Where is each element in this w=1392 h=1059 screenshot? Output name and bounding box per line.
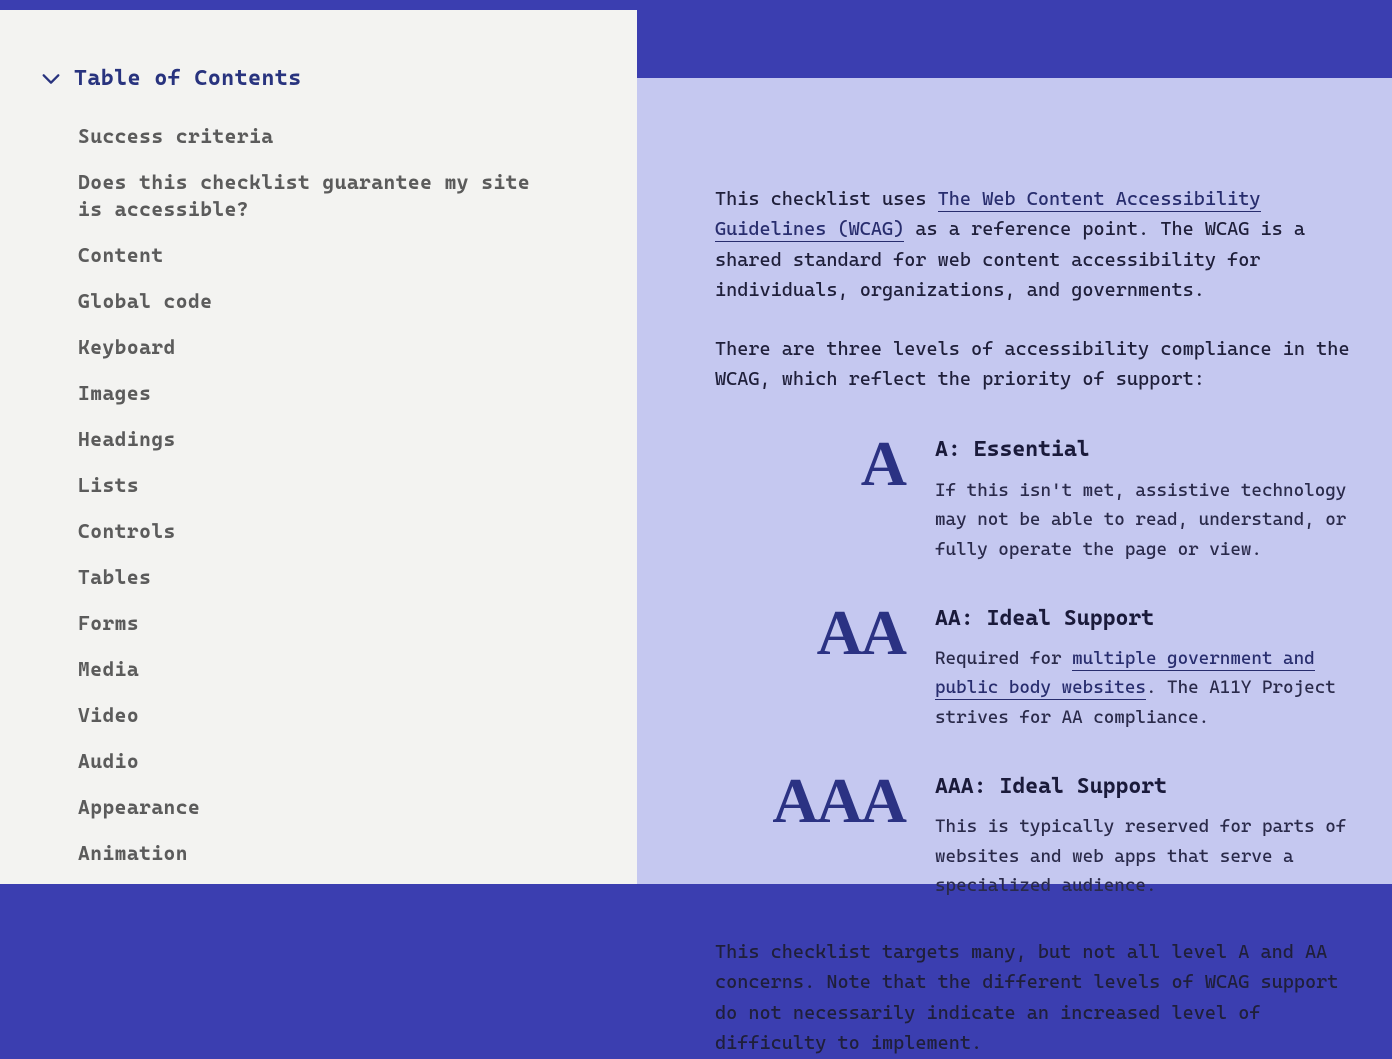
toc-item: Controls — [78, 518, 597, 545]
wcag-level-desc: Required for multiple government and pub… — [935, 644, 1362, 733]
toc-link[interactable]: Controls — [78, 518, 558, 545]
intro-paragraph-2: There are three levels of accessibility … — [715, 334, 1362, 395]
toc-item: Video — [78, 702, 597, 729]
chevron-down-icon — [40, 68, 62, 90]
wcag-level-letters: A — [715, 432, 905, 496]
toc-item: Audio — [78, 748, 597, 775]
toc-item: Tables — [78, 564, 597, 591]
toc-item: Keyboard — [78, 334, 597, 361]
wcag-level-desc: If this isn't met, assistive technology … — [935, 476, 1362, 565]
outro-paragraph: This checklist targets many, but not all… — [715, 937, 1362, 1059]
toc-item: Success criteria — [78, 123, 597, 150]
wcag-level-desc-pre: If this isn't met, assistive technology … — [935, 480, 1346, 560]
toc-link[interactable]: Does this checklist guarantee my site is… — [78, 169, 558, 223]
wcag-level-letters: AA — [715, 601, 905, 665]
intro-p1-pre: This checklist uses — [715, 188, 938, 210]
wcag-level-body: AAA: Ideal Support This is typically rese… — [935, 769, 1362, 901]
wcag-level-title: AAA: Ideal Support — [935, 769, 1362, 804]
wcag-level-desc: This is typically reserved for parts of … — [935, 812, 1362, 901]
toc-link[interactable]: Media — [78, 656, 558, 683]
toc-link[interactable]: Animation — [78, 840, 558, 867]
toc-link[interactable]: Headings — [78, 426, 558, 453]
toc-item: Animation — [78, 840, 597, 867]
toc-link[interactable]: Forms — [78, 610, 558, 637]
intro-paragraph-1: This checklist uses The Web Content Acce… — [715, 184, 1362, 306]
toc-item: Media — [78, 656, 597, 683]
wcag-level-body: AA: Ideal Support Required for multiple g… — [935, 601, 1362, 733]
wcag-level-title: A: Essential — [935, 432, 1362, 467]
wcag-level-desc-pre: Required for — [935, 648, 1072, 669]
wcag-level: A A: Essential If this isn't met, assistiv… — [715, 432, 1362, 564]
wcag-level-desc-pre: This is typically reserved for parts of … — [935, 816, 1346, 896]
toc-link[interactable]: Tables — [78, 564, 558, 591]
toc-list: Success criteria Does this checklist guar… — [40, 123, 597, 884]
toc-item: Lists — [78, 472, 597, 499]
toc-link[interactable]: Global code — [78, 288, 558, 315]
toc-link[interactable]: Images — [78, 380, 558, 407]
toc-link[interactable]: Keyboard — [78, 334, 558, 361]
main-content: This checklist uses The Web Content Acce… — [637, 78, 1392, 884]
toc-link[interactable]: Video — [78, 702, 558, 729]
wcag-level-letters: AAA — [715, 769, 905, 833]
toc-link[interactable]: Content — [78, 242, 558, 269]
toc-link[interactable]: Success criteria — [78, 123, 558, 150]
wcag-level: AA AA: Ideal Support Required for multiple… — [715, 601, 1362, 733]
wcag-level-body: A: Essential If this isn't met, assistive… — [935, 432, 1362, 564]
wcag-level: AAA AAA: Ideal Support This is typically r… — [715, 769, 1362, 901]
toc-title: Table of Contents — [74, 66, 302, 91]
toc-item: Global code — [78, 288, 597, 315]
toc-item: Headings — [78, 426, 597, 453]
toc-link[interactable]: Lists — [78, 472, 558, 499]
toc-item: Images — [78, 380, 597, 407]
toc-item: Content — [78, 242, 597, 269]
wcag-levels: A A: Essential If this isn't met, assistiv… — [715, 432, 1362, 901]
wcag-level-title: AA: Ideal Support — [935, 601, 1362, 636]
toc-item: Forms — [78, 610, 597, 637]
toc-item: Appearance — [78, 794, 597, 821]
toc-header[interactable]: Table of Contents — [40, 66, 597, 91]
toc-link[interactable]: Appearance — [78, 794, 558, 821]
toc-link[interactable]: Audio — [78, 748, 558, 775]
toc-item: Does this checklist guarantee my site is… — [78, 169, 597, 223]
page-layout: Table of Contents Success criteria Does t… — [0, 0, 1392, 884]
sidebar: Table of Contents Success criteria Does t… — [0, 10, 637, 884]
